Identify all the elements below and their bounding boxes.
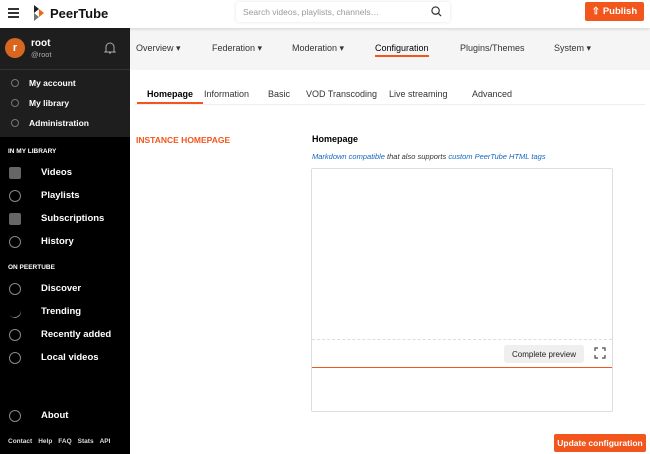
menu-my-library[interactable]: My library	[0, 93, 130, 113]
sidebar: r root @root My account My library Admin…	[0, 28, 130, 454]
menu-my-account[interactable]: My account	[0, 73, 130, 93]
markdown-editor: Complete preview	[311, 168, 613, 412]
menu-icon[interactable]	[8, 8, 19, 18]
label: Administration	[29, 118, 89, 128]
help-icon	[9, 409, 21, 422]
gear-icon	[11, 119, 19, 127]
label: My account	[29, 78, 76, 88]
label: Recently added	[41, 329, 112, 340]
complete-preview-button[interactable]: Complete preview	[504, 345, 584, 363]
section-in-my-library: IN MY LIBRARY	[8, 148, 57, 155]
search-icon[interactable]	[431, 6, 442, 17]
footer-contact[interactable]: Contact	[8, 438, 32, 445]
sidebar-footer: Contact Help FAQ Stats API	[8, 438, 110, 445]
menu-administration[interactable]: Administration	[0, 113, 130, 133]
user-name: root	[31, 38, 51, 49]
avatar: r	[5, 38, 25, 58]
homepage-label: Homepage	[312, 134, 359, 144]
upload-icon: ⇧	[591, 6, 600, 17]
homepage-textarea[interactable]	[312, 169, 612, 340]
user-info[interactable]: r root @root	[0, 28, 130, 70]
tab-vod-transcoding[interactable]: VOD Transcoding	[306, 89, 377, 102]
globe-icon	[9, 282, 21, 295]
label: About	[41, 410, 69, 421]
sidebar-item-playlists[interactable]: Playlists	[0, 184, 130, 207]
label: Local videos	[41, 352, 99, 363]
peertube-logo[interactable]	[34, 5, 44, 21]
publish-button[interactable]: ⇧ Publish	[585, 2, 644, 21]
sidebar-item-about[interactable]: About	[0, 404, 130, 427]
custom-tags-link[interactable]: custom PeerTube HTML tags	[448, 152, 545, 161]
markdown-link[interactable]: Markdown compatible	[312, 152, 385, 161]
label: My library	[29, 98, 70, 108]
trending-icon	[7, 303, 23, 320]
search-placeholder: Search videos, playlists, channels…	[243, 7, 380, 17]
user-icon	[11, 79, 19, 87]
label: History	[41, 236, 74, 247]
update-configuration-button[interactable]: Update configuration	[554, 434, 646, 452]
label: Trending	[41, 306, 82, 317]
list-icon	[9, 189, 21, 202]
publish-label: Publish	[602, 6, 638, 17]
bell-icon[interactable]	[104, 41, 116, 55]
section-title: INSTANCE HOMEPAGE	[136, 135, 231, 145]
tab-information[interactable]: Information	[204, 89, 249, 102]
footer-stats[interactable]: Stats	[78, 438, 94, 445]
sidebar-item-local-videos[interactable]: Local videos	[0, 346, 130, 369]
sidebar-item-recently-added[interactable]: Recently added	[0, 323, 130, 346]
brand-name[interactable]: PeerTube	[50, 6, 108, 21]
nav-configuration[interactable]: Configuration	[375, 43, 429, 57]
label: Videos	[41, 167, 72, 178]
nav-moderation[interactable]: Moderation ▾	[292, 43, 344, 54]
top-header: PeerTube Search videos, playlists, chann…	[0, 0, 650, 28]
footer-faq[interactable]: FAQ	[58, 438, 71, 445]
section-on-peertube: ON PEERTUBE	[8, 264, 55, 271]
library-icon	[11, 99, 19, 107]
label: Discover	[41, 283, 82, 294]
history-icon	[9, 235, 21, 248]
label: Playlists	[41, 190, 80, 201]
tab-homepage[interactable]: Homepage	[137, 89, 204, 104]
config-tabs: Homepage Information Basic VOD Transcodi…	[135, 89, 645, 105]
sidebar-item-history[interactable]: History	[0, 230, 130, 253]
sidebar-item-trending[interactable]: Trending	[0, 300, 130, 323]
plus-circle-icon	[9, 328, 21, 341]
sidebar-item-discover[interactable]: Discover	[0, 277, 130, 300]
field-help: Markdown compatible that also supports c…	[312, 152, 546, 161]
tab-basic[interactable]: Basic	[268, 89, 290, 102]
subscriptions-icon	[9, 212, 21, 225]
sidebar-item-videos[interactable]: Videos	[0, 161, 130, 184]
sidebar-item-subscriptions[interactable]: Subscriptions	[0, 207, 130, 230]
label: Subscriptions	[41, 213, 105, 224]
videos-icon	[9, 166, 21, 179]
search-input[interactable]: Search videos, playlists, channels…	[236, 2, 450, 22]
admin-nav: Overview ▾ Federation ▾ Moderation ▾ Con…	[130, 28, 650, 70]
location-icon	[9, 351, 21, 364]
footer-help[interactable]: Help	[38, 438, 52, 445]
nav-plugins-themes[interactable]: Plugins/Themes	[460, 43, 525, 53]
nav-federation[interactable]: Federation ▾	[212, 43, 262, 54]
user-handle: @root	[31, 50, 52, 59]
nav-system[interactable]: System ▾	[554, 43, 591, 54]
fullscreen-icon[interactable]	[594, 347, 606, 359]
preview-divider	[312, 367, 612, 368]
tab-live-streaming[interactable]: Live streaming	[389, 89, 448, 102]
footer-api[interactable]: API	[100, 438, 111, 445]
nav-overview[interactable]: Overview ▾	[136, 43, 181, 54]
help-text: that also supports	[384, 152, 449, 161]
tab-advanced[interactable]: Advanced	[472, 89, 512, 102]
